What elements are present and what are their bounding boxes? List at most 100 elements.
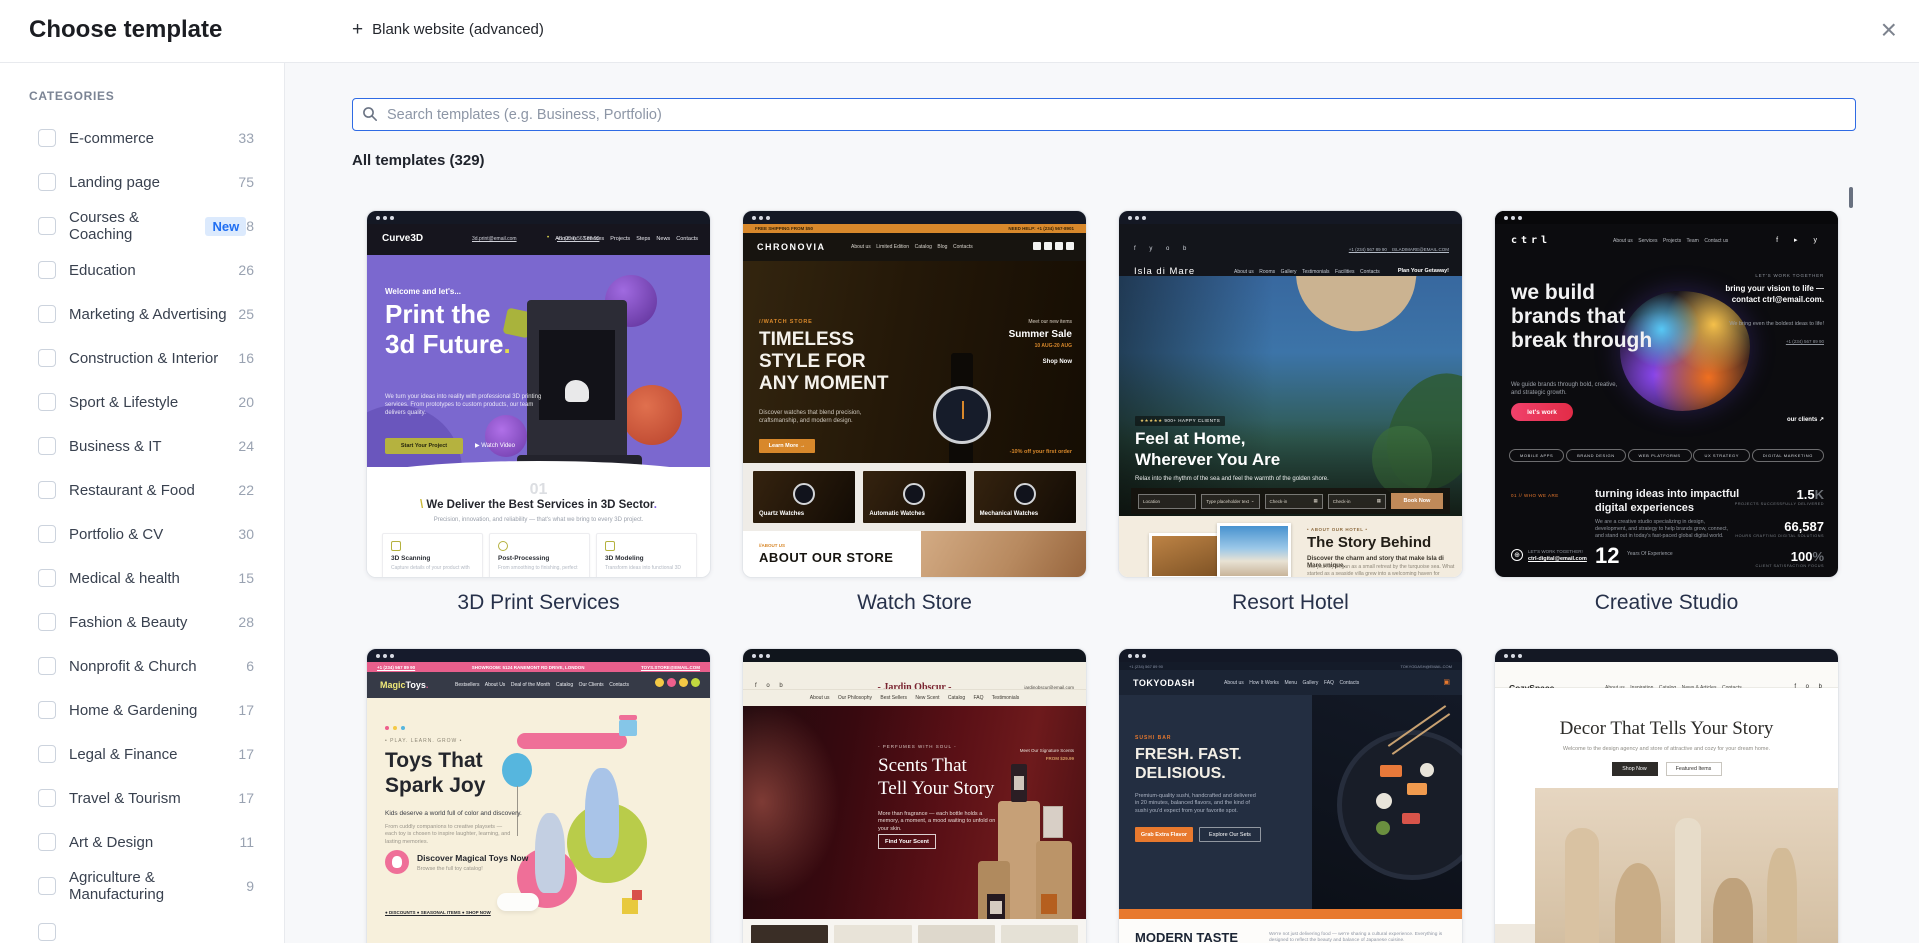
category-item-construction-interior[interactable]: Construction & Interior 16 [0, 336, 284, 380]
blank-website-button[interactable]: + Blank website (advanced) [352, 20, 544, 39]
checkbox[interactable] [38, 789, 56, 807]
category-count: 16 [238, 350, 254, 366]
template-name: Creative Studio [1594, 591, 1739, 614]
checkbox[interactable] [38, 129, 56, 147]
checkbox[interactable] [38, 437, 56, 455]
checkbox[interactable] [38, 525, 56, 543]
template-name: Resort Hotel [1232, 591, 1349, 614]
cloud-shape [497, 893, 539, 911]
lets-work-button: let's work [1511, 403, 1573, 421]
category-item-travel-tourism[interactable]: Travel & Tourism 17 [0, 776, 284, 820]
category-item-partial[interactable] [0, 910, 284, 943]
checkbox[interactable] [38, 613, 56, 631]
category-item-restaurant-food[interactable]: Restaurant & Food 22 [0, 468, 284, 512]
category-item-agriculture-manufacturing[interactable]: Agriculture & Manufacturing 9 [0, 864, 284, 908]
checkbox[interactable] [38, 833, 56, 851]
checkbox[interactable] [38, 217, 56, 235]
category-label: Art & Design [69, 833, 154, 851]
category-item-business-it[interactable]: Business & IT 24 [0, 424, 284, 468]
template-name: Watch Store [857, 591, 972, 614]
checkbox[interactable] [38, 745, 56, 763]
new-badge: New [205, 216, 247, 236]
templates-panel: All templates (329) Curve3D 3d.print@ema… [285, 63, 1919, 943]
category-label: Courses & Coaching [69, 209, 140, 243]
category-item-education[interactable]: Education 26 [0, 248, 284, 292]
checkbox[interactable] [38, 657, 56, 675]
category-count: 33 [238, 130, 254, 146]
template-card-watch-store[interactable]: FREE SHIPPING FROM $50 NEED HELP: +1 (23… [742, 210, 1087, 615]
search-input[interactable] [352, 98, 1856, 131]
checkbox[interactable] [38, 261, 56, 279]
globe-icon: ⊕ [1511, 549, 1523, 561]
stat-satisfaction: 100% CLIENT SATISFACTION FOCUS [1755, 549, 1824, 568]
checkbox[interactable] [38, 481, 56, 499]
template-card-creative-studio[interactable]: ctrl About us Services Projects Team Con… [1494, 210, 1839, 615]
preview-paragraph: We turn your ideas into reality with pro… [385, 394, 542, 417]
checkbox[interactable] [38, 923, 56, 941]
template-card-perfume-store[interactable]: f o b - Jardin Obscur - jardinobscur@ema… [742, 648, 1087, 943]
section-heading: MODERN TASTE [1135, 930, 1239, 943]
category-count: 11 [239, 834, 254, 850]
product-thumb [751, 925, 829, 943]
category-item-legal-finance[interactable]: Legal & Finance 17 [0, 732, 284, 776]
scrollbar-thumb[interactable] [1849, 187, 1853, 208]
preview-logo: ctrl [1511, 235, 1552, 246]
process-icon [498, 541, 508, 551]
search-icon [363, 107, 377, 121]
preview-cta-secondary: ▶ Watch Video [475, 443, 515, 449]
category-count: 17 [238, 702, 254, 718]
category-item-e-commerce[interactable]: E-commerce 33 [0, 116, 284, 160]
category-item-courses-coaching[interactable]: Courses & Coaching New 8 [0, 204, 284, 248]
category-item-medical-health[interactable]: Medical & health 15 [0, 556, 284, 600]
location-field: Location [1138, 493, 1197, 509]
template-card-3d-print-services[interactable]: Curve3D 3d.print@email.com • +1 (234) 56… [366, 210, 711, 615]
preview-paragraph: Premium-quality sushi, handcrafted and d… [1135, 793, 1256, 814]
search-field-wrap [352, 98, 1856, 131]
preview-heading: TIMELESS STYLE FOR ANY MOMENT [759, 329, 889, 394]
category-item-portfolio-cv[interactable]: Portfolio & CV 30 [0, 512, 284, 556]
checkbox[interactable] [38, 305, 56, 323]
preview-paragraph: More than fragrance — each bottle holds … [878, 811, 996, 832]
preview-cta: Discover Magical Toys Now [417, 853, 529, 863]
preview-heading: we build brands that break through [1511, 281, 1653, 352]
template-card-sushi-restaurant[interactable]: +1 (234) 567 89 90 TOKYODASH@EMAIL.COM T… [1118, 648, 1463, 943]
blank-website-label: Blank website (advanced) [372, 21, 544, 38]
checkbox[interactable] [38, 877, 56, 895]
gift-shape [619, 715, 637, 736]
category-count: 75 [238, 174, 254, 190]
checkbox[interactable] [38, 393, 56, 411]
perfume-bottle-shape [1043, 806, 1063, 838]
category-item-marketing-advertising[interactable]: Marketing & Advertising 25 [0, 292, 284, 336]
template-card-decor-store[interactable]: CozySpace About us Inspiration Catalog N… [1494, 648, 1839, 943]
template-card-toy-store[interactable]: +1 (234) 567 89 90 SHOWROOM: 5124 RANEMO… [366, 648, 711, 943]
category-item-art-design[interactable]: Art & Design 11 [0, 820, 284, 864]
checkbox[interactable] [38, 569, 56, 587]
preview-lead: Kids deserve a world full of color and d… [385, 810, 522, 817]
page-title: Choose template [29, 16, 223, 43]
about-heading: The Story Behind [1307, 534, 1432, 551]
category-item-fashion-beauty[interactable]: Fashion & Beauty 28 [0, 600, 284, 644]
preview-subtext: Welcome to the design agency and store o… [1562, 746, 1771, 752]
help-note: NEED HELP: +1 (234) 567-8901 [1008, 226, 1074, 231]
category-item-nonprofit-church[interactable]: Nonprofit & Church 6 [0, 644, 284, 688]
category-item-landing-page[interactable]: Landing page 75 [0, 160, 284, 204]
preview-heading: Toys That Spark Joy [385, 749, 486, 797]
discount-note: -10% off your first order [1009, 449, 1072, 455]
checkbox[interactable] [38, 701, 56, 719]
checkbox[interactable] [38, 349, 56, 367]
category-label: Legal & Finance [69, 745, 178, 763]
services-pills: MOBILE APPS BRAND DESIGN WEB PLATFORMS U… [1509, 449, 1824, 462]
checkin-field: Check-in ▦ [1264, 493, 1323, 509]
close-icon[interactable]: × [1881, 16, 1897, 44]
category-item-sport-lifestyle[interactable]: Sport & Lifestyle 20 [0, 380, 284, 424]
preview-heading: Print the 3d Future. [385, 299, 511, 359]
about-heading: ABOUT OUR STORE [759, 550, 894, 565]
category-tile: Automatic Watches [863, 471, 966, 523]
template-card-resort-hotel[interactable]: f y o b +1 (234) 567 89 90 ISLADIMARE@EM… [1118, 210, 1463, 615]
social-icons [655, 678, 700, 687]
bunny-icon [385, 850, 409, 874]
checkbox[interactable] [38, 173, 56, 191]
clients-badge: ★★★★★ 900+ HAPPY CLIENTS [1135, 416, 1226, 426]
social-icons [1033, 242, 1074, 250]
category-item-home-gardening[interactable]: Home & Gardening 17 [0, 688, 284, 732]
